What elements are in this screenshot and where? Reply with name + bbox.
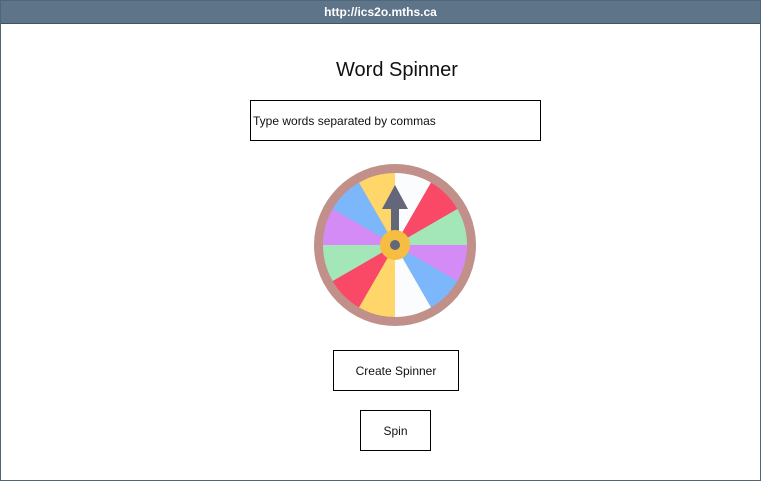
create-spinner-button[interactable]: Create Spinner <box>333 350 459 391</box>
wheel-hub-center <box>390 240 400 250</box>
browser-window: http://ics2o.mths.ca Word Spinner Create… <box>0 0 761 481</box>
page-title: Word Spinner <box>336 59 458 81</box>
url-bar: http://ics2o.mths.ca <box>1 1 760 24</box>
words-input[interactable] <box>250 100 541 141</box>
spinner-wheel-icon <box>314 164 476 326</box>
spin-button[interactable]: Spin <box>360 410 431 451</box>
